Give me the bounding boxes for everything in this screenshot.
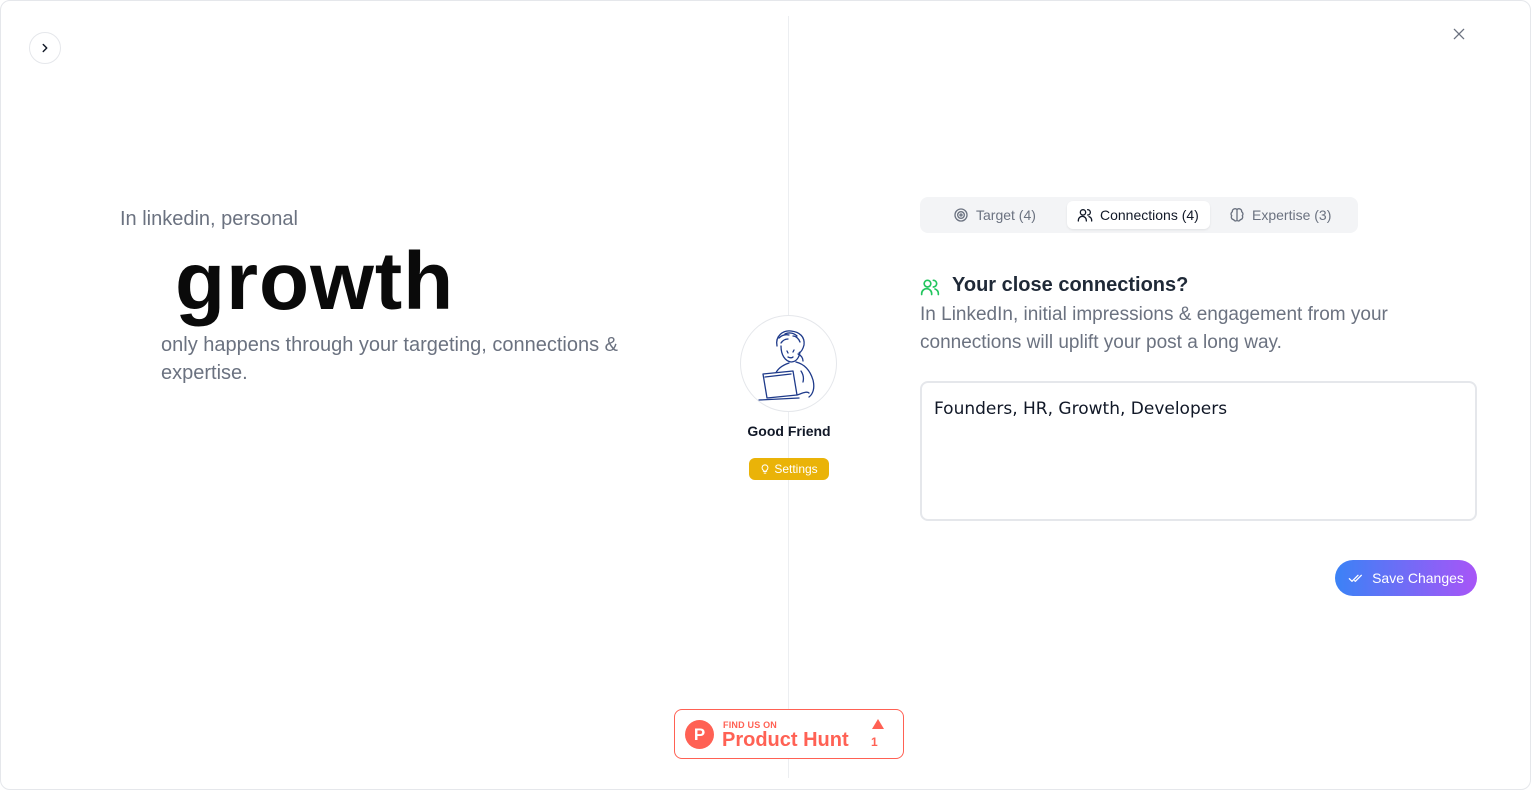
settings-label: Settings — [774, 462, 818, 476]
tab-bar: Target (4) Connections (4) Expertise (3) — [920, 197, 1358, 233]
check-check-icon — [1348, 574, 1363, 582]
question-title: Your close connections? — [952, 274, 1189, 296]
users-icon — [1077, 209, 1093, 222]
save-changes-button[interactable]: Save Changes — [1335, 560, 1477, 596]
tab-connections-label: Connections (4) — [1100, 207, 1199, 223]
connections-input[interactable]: Founders, HR, Growth, Developers — [920, 381, 1477, 521]
hero-big-word: growth — [175, 236, 455, 327]
settings-button[interactable]: Settings — [749, 458, 829, 480]
expand-sidebar-button[interactable] — [29, 32, 61, 64]
product-hunt-title: Product Hunt — [722, 729, 849, 751]
tab-target[interactable]: Target (4) — [943, 201, 1071, 229]
tab-target-label: Target (4) — [976, 207, 1036, 223]
agent-avatar — [740, 315, 837, 412]
question-users-icon — [920, 277, 940, 302]
save-changes-label: Save Changes — [1372, 570, 1464, 586]
hero-subtitle: only happens through your targeting, con… — [161, 334, 618, 384]
close-icon — [1453, 28, 1465, 40]
hero-intro: In linkedin, personal — [120, 208, 298, 230]
lightbulb-icon — [761, 464, 769, 474]
upvote-count: 1 — [871, 735, 878, 749]
brain-icon — [1230, 208, 1244, 222]
target-icon — [954, 208, 968, 222]
tab-expertise[interactable]: Expertise (3) — [1219, 201, 1347, 229]
product-hunt-badge[interactable]: P FIND US ON Product Hunt 1 — [674, 709, 904, 759]
product-hunt-logo-icon: P — [685, 720, 714, 749]
tab-expertise-label: Expertise (3) — [1252, 207, 1332, 223]
question-description: In LinkedIn, initial impressions & engag… — [920, 304, 1388, 353]
tab-connections[interactable]: Connections (4) — [1067, 201, 1210, 229]
chevron-right-icon — [42, 43, 48, 53]
agent-name: Good Friend — [747, 423, 831, 439]
upvote-arrow-icon — [872, 719, 884, 729]
users-icon — [920, 279, 940, 296]
person-with-laptop-illustration — [758, 330, 815, 401]
close-button[interactable] — [1448, 23, 1470, 45]
